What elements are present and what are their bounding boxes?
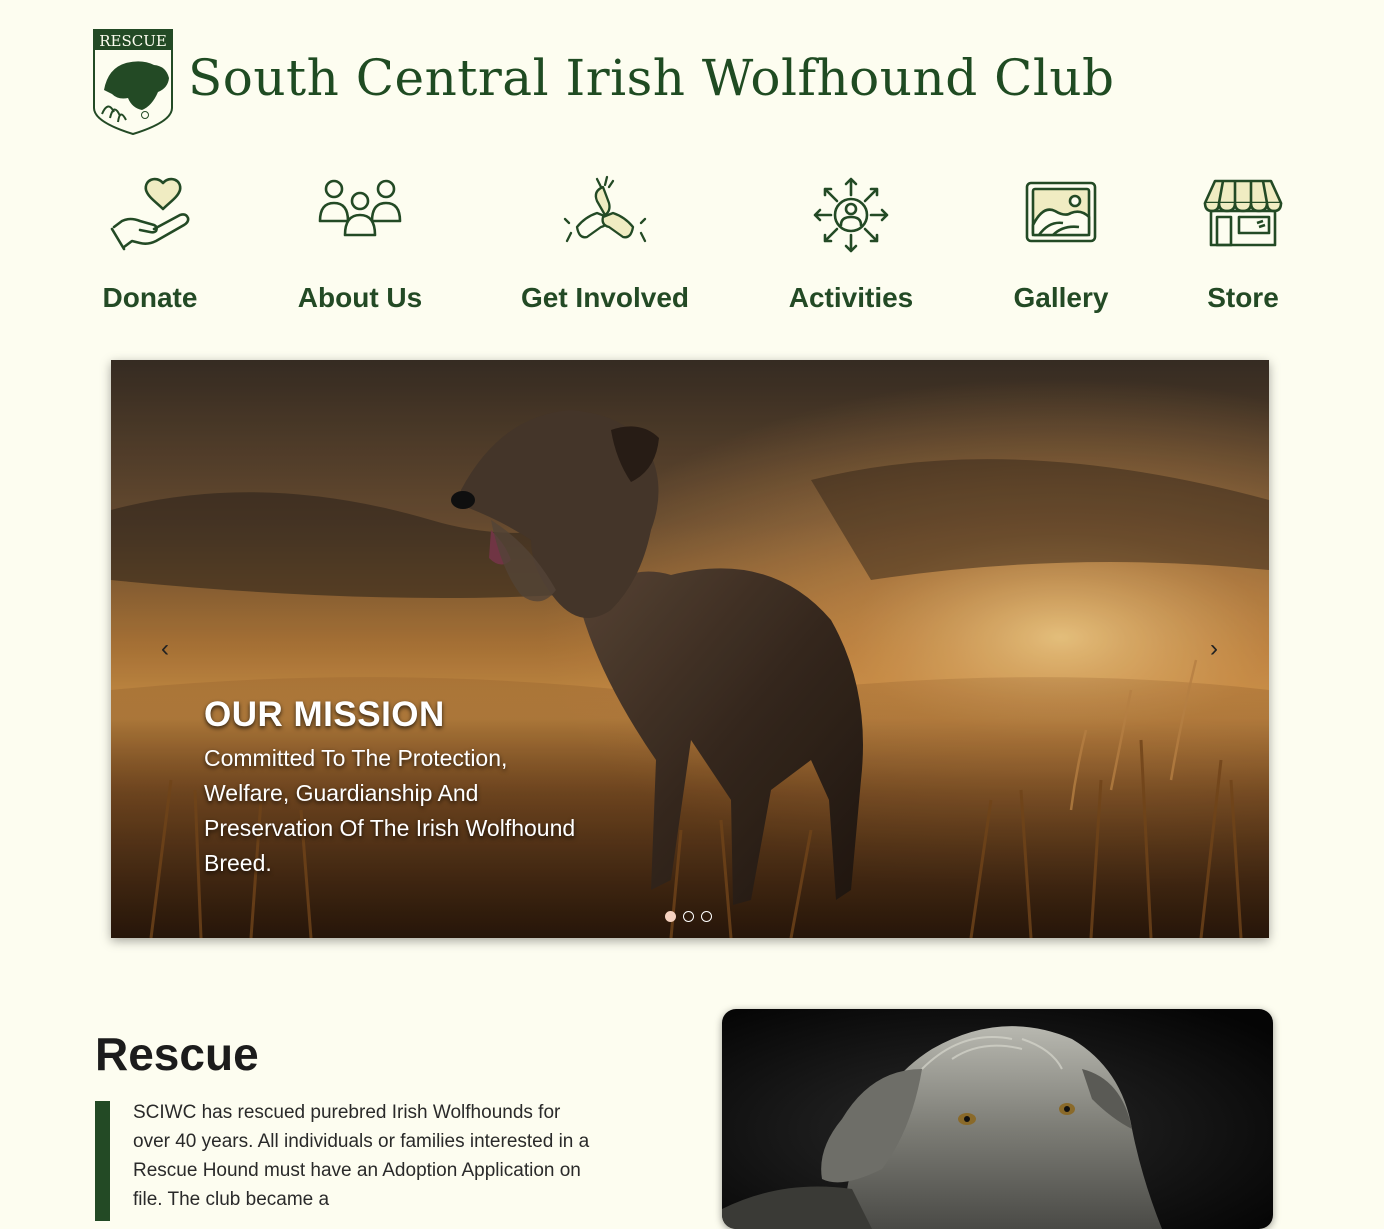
rescue-text: SCIWC has rescued purebred Irish Wolfhou…: [133, 1102, 590, 1210]
nav-donate[interactable]: Donate: [95, 170, 205, 330]
hero-carousel[interactable]: ‹ › OUR MISSION Committed To The Protect…: [111, 360, 1269, 938]
picture-frame-icon: [1025, 181, 1097, 243]
carousel-dot-1[interactable]: [665, 911, 676, 922]
hands-together-icon: [563, 175, 647, 243]
nav-activities[interactable]: Activities: [781, 170, 921, 330]
heart-hand-icon: [110, 177, 190, 251]
nav-label-about-us: About Us: [297, 282, 423, 313]
mission-caption: OUR MISSION Committed To The Protection,…: [204, 693, 584, 881]
person-arrows-icon: [813, 177, 889, 253]
people-group-icon: [318, 179, 402, 237]
nav-gallery[interactable]: Gallery: [1005, 170, 1117, 330]
rescue-badge-logo: RESCUE: [93, 29, 173, 136]
rescue-heading: Rescue: [95, 1028, 259, 1080]
rescue-wolfhound-photo: [722, 1009, 1273, 1229]
logo-badge-text: RESCUE: [99, 32, 167, 50]
storefront-icon: [1203, 179, 1283, 247]
nav-label-donate: Donate: [102, 282, 198, 313]
nav-label-gallery: Gallery: [1013, 282, 1109, 313]
nav-label-get-involved: Get Involved: [520, 282, 690, 313]
carousel-dot-2[interactable]: [683, 911, 694, 922]
carousel-prev-button[interactable]: ‹: [151, 632, 179, 666]
wolfhound-portrait-image: [722, 1009, 1273, 1229]
carousel-dot-3[interactable]: [701, 911, 712, 922]
nav-label-activities: Activities: [788, 282, 914, 313]
carousel-next-button[interactable]: ›: [1200, 632, 1228, 666]
nav-store[interactable]: Store: [1198, 170, 1288, 330]
rescue-accent-bar: [95, 1101, 110, 1221]
mission-title: OUR MISSION: [204, 695, 445, 734]
site-logo-link[interactable]: RESCUE South Central Irish Wolfhound Clu…: [92, 28, 1114, 136]
nav-about-us[interactable]: About Us: [290, 170, 430, 330]
nav-get-involved[interactable]: Get Involved: [515, 170, 695, 330]
nav-label-store: Store: [1207, 282, 1279, 313]
site-title: South Central Irish Wolfhound Club: [188, 49, 1115, 107]
carousel-indicators: [665, 911, 712, 923]
mission-text: Committed To The Protection, Welfare, Gu…: [204, 745, 576, 876]
